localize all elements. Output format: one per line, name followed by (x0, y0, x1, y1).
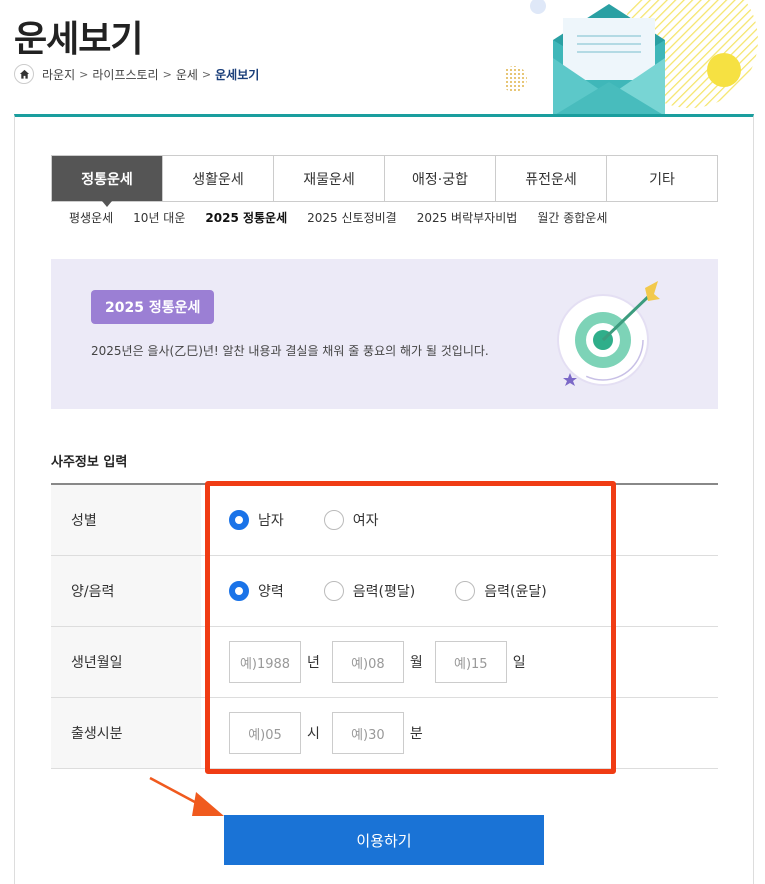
main-card: 정통운세 생활운세 재물운세 애정·궁합 퓨전운세 기타 평생운세 10년 대운… (14, 114, 754, 884)
radio-solar[interactable]: 양력 (229, 581, 284, 601)
tab-life-fortune[interactable]: 생활운세 (162, 156, 273, 201)
radio-checked-icon[interactable] (229, 581, 249, 601)
fortune-category-tabs: 정통운세 생활운세 재물운세 애정·궁합 퓨전운세 기타 (51, 155, 718, 207)
radio-lunar-normal[interactable]: 음력(평달) (323, 581, 416, 601)
submit-button[interactable]: 이용하기 (224, 815, 544, 865)
gender-field: 남자 여자 (201, 485, 718, 555)
radio-female-label: 여자 (352, 513, 379, 529)
radio-unchecked-icon[interactable] (323, 581, 344, 601)
section-title: 사주정보 입력 (51, 455, 128, 470)
birthdate-field: 예)1988 년 예)08 월 예)15 일 (201, 627, 718, 697)
radio-unchecked-icon[interactable] (455, 581, 476, 601)
radio-solar-label: 양력 (258, 584, 284, 600)
radio-female[interactable]: 여자 (323, 510, 379, 530)
calendar-label: 양/음력 (51, 556, 201, 626)
year-unit: 년 (307, 655, 320, 671)
saju-input-form: 성별 남자 여자 양/음력 양력 음력(평달) 음력(윤달) 생년월일 예)19… (51, 483, 718, 769)
pointer-arrow-icon (148, 776, 228, 822)
tab-wealth-fortune[interactable]: 재물운세 (273, 156, 384, 201)
birth-month-input[interactable]: 예)08 (331, 641, 404, 683)
tab-traditional-fortune[interactable]: 정통운세 (52, 156, 162, 207)
minute-unit: 분 (409, 726, 423, 742)
birthdate-label: 생년월일 (51, 627, 201, 697)
birthtime-row: 출생시분 예)05 시 예)30 분 (51, 698, 718, 769)
subtab-lifetime[interactable]: 평생운세 (69, 209, 113, 226)
breadcrumb-item-lifestory[interactable]: 라이프스토리 (92, 66, 158, 83)
breadcrumb-item-current: 운세보기 (215, 67, 260, 82)
subtab-2025-wealth[interactable]: 2025 벼락부자비법 (417, 209, 518, 226)
subtab-2025-traditional[interactable]: 2025 정통운세 (205, 209, 287, 226)
radio-male-label: 남자 (258, 513, 284, 529)
radio-lunar-leap-label: 음력(윤달) (484, 584, 547, 600)
radio-lunar-leap[interactable]: 음력(윤달) (455, 581, 547, 601)
radio-lunar-normal-label: 음력(평달) (352, 584, 416, 600)
birth-day-input[interactable]: 예)15 (434, 641, 507, 683)
chevron-right-icon: > (201, 67, 212, 81)
subtab-2025-tojeong[interactable]: 2025 신토정비결 (307, 209, 397, 226)
page-title: 운세보기 (14, 19, 143, 60)
radio-unchecked-icon[interactable] (323, 510, 344, 530)
breadcrumb-item-lounge[interactable]: 라운지 (42, 66, 75, 83)
radio-male[interactable]: 남자 (229, 510, 284, 530)
birth-hour-input[interactable]: 예)05 (229, 712, 301, 754)
home-icon[interactable] (14, 64, 34, 84)
birth-year-input[interactable]: 예)1988 (229, 641, 301, 683)
fortune-subtabs: 평생운세 10년 대운 2025 정통운세 2025 신토정비결 2025 벼락… (69, 209, 627, 226)
birthdate-row: 생년월일 예)1988 년 예)08 월 예)15 일 (51, 627, 718, 698)
calendar-row: 양/음력 양력 음력(평달) 음력(윤달) (51, 556, 718, 627)
chevron-right-icon: > (162, 67, 172, 81)
birthtime-label: 출생시분 (51, 698, 201, 768)
tab-fusion-fortune[interactable]: 퓨전운세 (495, 156, 606, 201)
calendar-field: 양력 음력(평달) 음력(윤달) (201, 556, 718, 626)
banner-badge: 2025 정통운세 (91, 290, 215, 324)
subtab-monthly[interactable]: 월간 종합운세 (537, 209, 607, 226)
birth-minute-input[interactable]: 예)30 (331, 712, 404, 754)
target-arrow-icon (548, 277, 668, 392)
breadcrumb: 라운지 > 라이프스토리 > 운세 > 운세보기 (14, 64, 259, 84)
gender-row: 성별 남자 여자 (51, 485, 718, 556)
radio-checked-icon[interactable] (229, 510, 249, 530)
hour-unit: 시 (307, 726, 320, 742)
month-unit: 월 (409, 655, 423, 671)
birthtime-field: 예)05 시 예)30 분 (201, 698, 718, 768)
tab-love-compatibility[interactable]: 애정·궁합 (384, 156, 495, 201)
day-unit: 일 (512, 655, 526, 671)
envelope-illustration (505, 0, 765, 116)
fortune-banner: 2025 정통운세 2025년은 을사(乙巳)년! 알찬 내용과 결실을 채워 … (51, 259, 718, 409)
breadcrumb-item-fortune[interactable]: 운세 (176, 66, 198, 83)
tab-etc[interactable]: 기타 (606, 156, 717, 201)
subtab-10-year[interactable]: 10년 대운 (133, 209, 185, 226)
chevron-right-icon: > (79, 67, 89, 81)
banner-description: 2025년은 을사(乙巳)년! 알찬 내용과 결실을 채워 줄 풍요의 해가 될… (91, 344, 489, 358)
gender-label: 성별 (51, 485, 201, 555)
